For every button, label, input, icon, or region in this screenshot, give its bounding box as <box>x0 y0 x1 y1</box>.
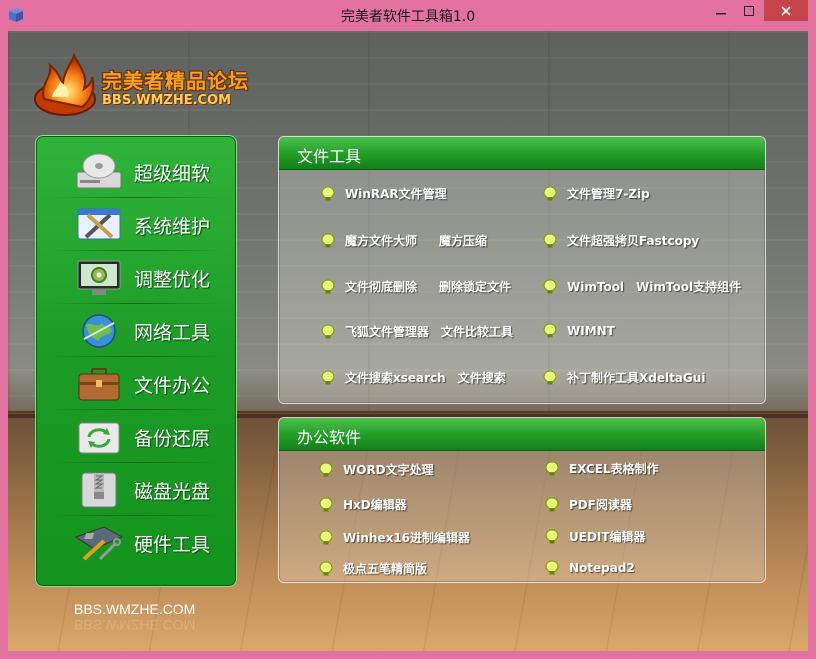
forum-logo: 完美者精品论坛 BBS.WMZHE.COM <box>30 53 260 123</box>
sidebar-item-system-maintenance[interactable]: 系统维护 <box>44 199 228 251</box>
flame-logo-icon <box>34 53 96 116</box>
sidebar-item-label: 系统维护 <box>134 215 211 238</box>
briefcase-icon <box>72 362 126 406</box>
close-button[interactable] <box>764 0 808 21</box>
footer-site-reflection: BBS.WMZHE.COM <box>74 617 196 633</box>
logo-site: BBS.WMZHE.COM <box>102 93 232 108</box>
maximize-button[interactable] <box>736 0 762 21</box>
panel-header: 办公软件 <box>279 418 765 451</box>
globe-icon <box>72 309 126 353</box>
tool-wimnt[interactable]: WIMNT <box>543 323 615 339</box>
motherboard-tools-icon <box>72 521 126 565</box>
sidebar-item-tuning[interactable]: 调整优化 <box>44 252 228 304</box>
tool-delete-locked-file[interactable]: 删除锁定文件 <box>439 278 511 295</box>
tool-fastcopy[interactable]: 文件超强拷贝Fastcopy <box>543 232 699 249</box>
tool-jidian-wubi[interactable]: 极点五笔精简版 <box>319 560 427 577</box>
bulb-icon <box>321 278 335 293</box>
sidebar-item-file-office[interactable]: 文件办公 <box>44 358 228 410</box>
sidebar-item-label: 文件办公 <box>134 374 211 397</box>
office-software-panel: 办公软件 WORD文字处理 EXCEL表格制作 HxD编辑器 PDF阅读器 Wi… <box>278 417 766 583</box>
file-tools-panel: 文件工具 WinRAR文件管理 文件管理7-Zip 魔方文件大师 魔方压缩 文件… <box>278 136 766 404</box>
title-bar[interactable]: 完美者软件工具箱1.0 <box>0 0 816 31</box>
tool-wimtool-components[interactable]: WimTool支持组件 <box>636 278 741 295</box>
bulb-icon <box>543 185 557 200</box>
sidebar-item-label: 超级细软 <box>134 162 211 185</box>
sidebar-item-label: 磁盘光盘 <box>134 480 211 503</box>
bulb-icon <box>543 232 557 247</box>
bulb-icon <box>543 278 557 293</box>
window-title: 完美者软件工具箱1.0 <box>340 9 476 25</box>
sidebar-item-network-tools[interactable]: 网络工具 <box>44 305 228 357</box>
tool-mofang-file-master[interactable]: 魔方文件大师 魔方压缩 <box>321 232 487 249</box>
bulb-icon <box>543 323 557 338</box>
bulb-icon <box>319 560 333 575</box>
bulb-icon <box>319 529 333 544</box>
app-window: 完美者软件工具箱1.0 完美者精品论坛 BBS.WMZHE.COM 超级细软 系… <box>0 0 816 659</box>
footer-site-link[interactable]: BBS.WMZHE.COM <box>74 601 195 617</box>
tool-word[interactable]: WORD文字处理 <box>319 461 434 478</box>
tool-file-compare[interactable]: 文件比较工具 <box>441 323 513 340</box>
category-sidebar: 超级细软 系统维护 调整优化 网络工具 文件办公 备份还原 磁盘光盘 硬件工具 <box>35 135 237 587</box>
tool-feihu-file-manager[interactable]: 飞狐文件管理器 文件比较工具 <box>321 323 513 340</box>
tool-xdeltagui[interactable]: 补丁制作工具XdeltaGui <box>543 369 705 386</box>
tool-hxd[interactable]: HxD编辑器 <box>319 496 407 513</box>
disk-drive-icon <box>72 150 126 194</box>
sidebar-item-backup-restore[interactable]: 备份还原 <box>44 411 228 463</box>
tool-notepad2[interactable]: Notepad2 <box>545 560 635 576</box>
minimize-button[interactable] <box>708 0 734 21</box>
bulb-icon <box>545 496 559 511</box>
panel-title: 文件工具 <box>297 147 362 166</box>
tool-xsearch[interactable]: 文件搜索xsearch 文件搜索 <box>321 369 506 386</box>
bulb-icon <box>319 496 333 511</box>
sidebar-item-label: 备份还原 <box>134 427 211 450</box>
tool-winhex[interactable]: Winhex16进制编辑器 <box>319 529 470 546</box>
tool-file-shredder[interactable]: 文件彻底删除 删除锁定文件 <box>321 278 511 295</box>
tool-winrar[interactable]: WinRAR文件管理 <box>321 185 447 202</box>
bulb-icon <box>321 369 335 384</box>
bulb-icon <box>321 185 335 200</box>
tool-wimtool[interactable]: WimTool WimTool支持组件 <box>543 278 741 295</box>
sidebar-item-disk-optical[interactable]: 磁盘光盘 <box>44 464 228 516</box>
logo-name: 完美者精品论坛 <box>102 69 249 93</box>
bulb-icon <box>321 323 335 338</box>
tool-mofang-compress[interactable]: 魔方压缩 <box>439 232 487 249</box>
sidebar-item-label: 硬件工具 <box>134 533 211 556</box>
close-icon <box>781 5 791 16</box>
bulb-icon <box>545 460 559 475</box>
client-area: 完美者精品论坛 BBS.WMZHE.COM 超级细软 系统维护 调整优化 网络工… <box>8 31 808 651</box>
sidebar-item-super-software[interactable]: 超级细软 <box>44 146 228 198</box>
gear-monitor-icon <box>72 256 126 300</box>
bulb-icon <box>321 232 335 247</box>
tools-window-icon <box>72 203 126 247</box>
tool-excel[interactable]: EXCEL表格制作 <box>545 460 659 477</box>
panel-title: 办公软件 <box>297 428 362 447</box>
tool-file-search[interactable]: 文件搜索 <box>458 369 506 386</box>
bulb-icon <box>545 528 559 543</box>
panel-header: 文件工具 <box>279 137 765 170</box>
sidebar-item-hardware-tools[interactable]: 硬件工具 <box>44 517 228 569</box>
backup-restore-icon <box>72 415 126 459</box>
zip-disk-icon <box>72 468 126 512</box>
tool-7zip[interactable]: 文件管理7-Zip <box>543 185 650 202</box>
bulb-icon <box>545 560 559 575</box>
tool-uedit[interactable]: UEDIT编辑器 <box>545 528 646 545</box>
tool-pdf-reader[interactable]: PDF阅读器 <box>545 496 632 513</box>
bulb-icon <box>543 369 557 384</box>
sidebar-item-label: 网络工具 <box>134 321 211 344</box>
bulb-icon <box>319 461 333 476</box>
sidebar-item-label: 调整优化 <box>134 268 211 291</box>
